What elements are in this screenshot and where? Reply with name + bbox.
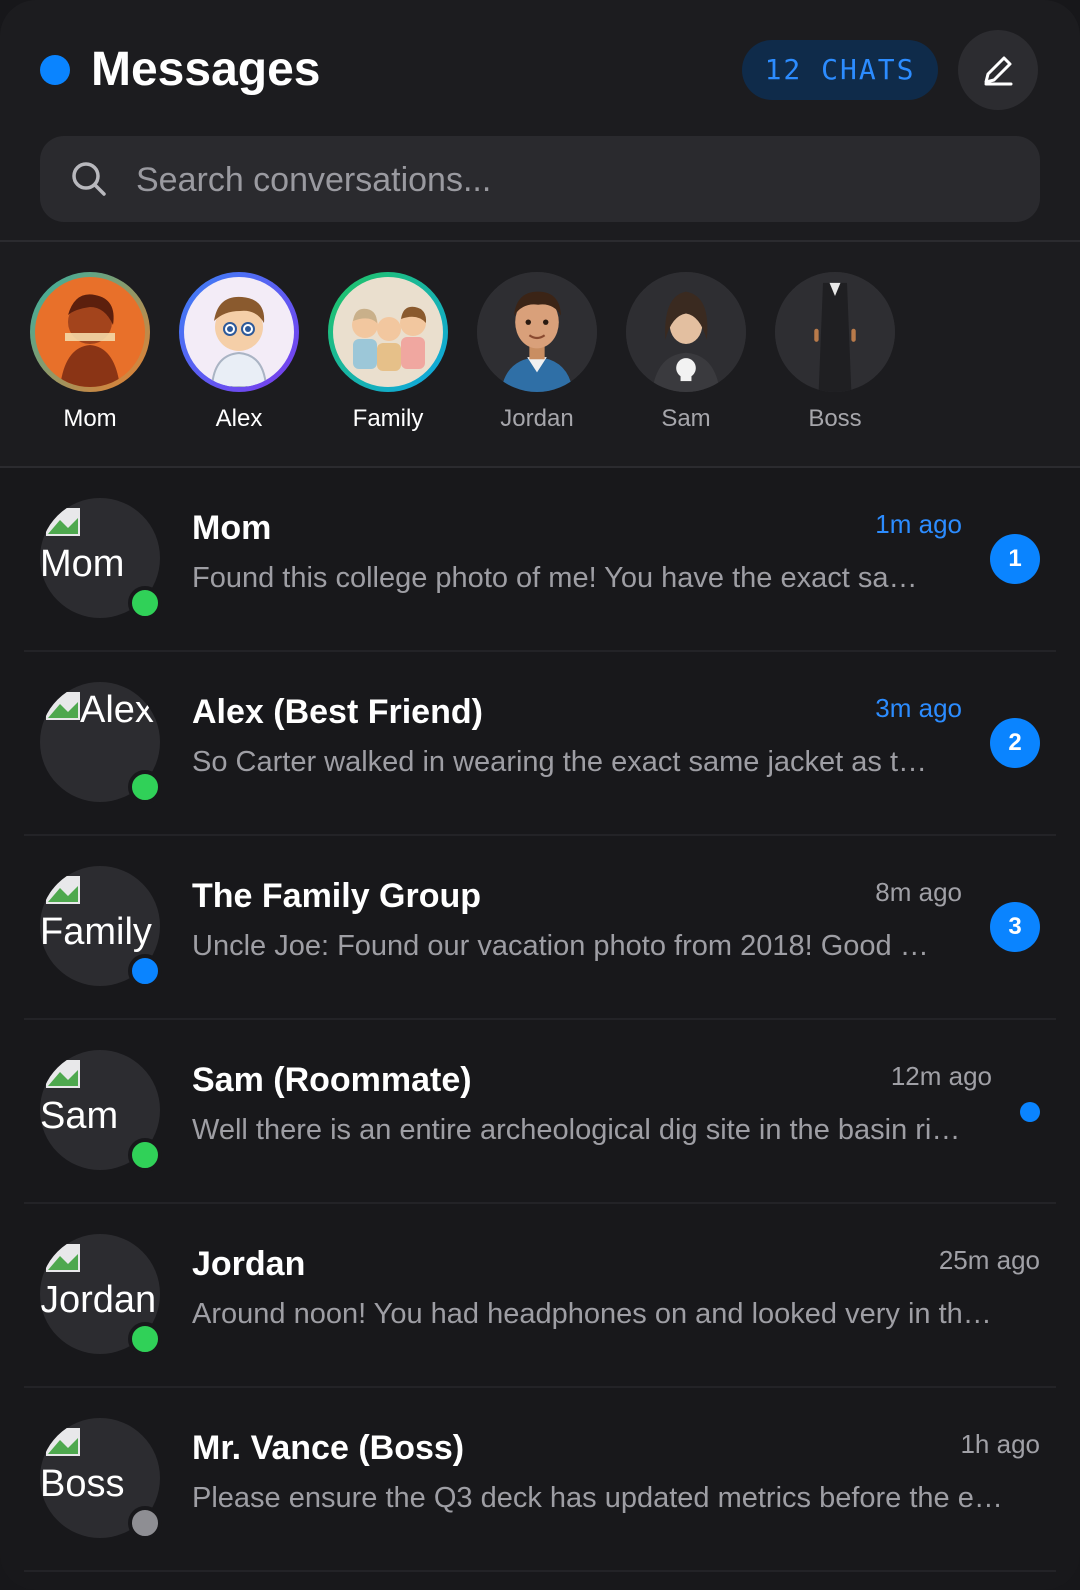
avatar: Mom [40,498,162,620]
story-label: Jordan [500,405,574,432]
avatar-alt-text: Boss [40,1463,125,1505]
conversation-row[interactable]: Alex Alex (Best Friend) 3m ago So Carter… [24,652,1056,836]
unread-count-badge: 1 [990,534,1040,584]
story-mom[interactable]: Mom [28,272,152,434]
story-label: Family [352,405,424,432]
story-boss[interactable]: Boss [773,272,897,434]
story-avatar-alex [184,277,294,387]
unread-dot [1020,1102,1040,1122]
contact-name: Alex (Best Friend) [192,693,483,731]
status-indicator-dot [40,55,70,85]
pencil-icon [984,56,1013,86]
story-ring [30,272,150,392]
search-bar[interactable] [40,136,1040,224]
contact-name: Mom [192,509,272,547]
timestamp: 1m ago [875,509,962,539]
story-family[interactable]: Family [326,272,450,434]
avatar: Alex [40,682,162,804]
broken-image-icon [46,876,80,904]
unread-count-badge: 2 [990,718,1040,768]
unread-count-badge: 3 [990,902,1040,952]
timestamp: 25m ago [938,1245,1040,1275]
search-input[interactable] [134,136,998,224]
avatar: Boss [40,1418,162,1540]
stories-row: Mom Alex Family Jordan Sam Boss [0,242,1080,468]
story-jordan[interactable]: Jordan [475,272,599,434]
broken-image-icon [46,1428,80,1456]
contact-name: The Family Group [192,877,482,915]
story-label: Boss [808,405,862,432]
timestamp: 1h ago [960,1429,1040,1459]
timestamp: 8m ago [875,877,962,907]
message-preview: Well there is an entire archeological di… [192,1114,961,1146]
broken-image-icon [46,508,80,536]
online-status-dot [128,954,162,988]
online-status-dot [128,586,162,620]
online-status-dot [128,1322,162,1356]
story-avatar-jordan [477,272,597,392]
message-preview: Uncle Joe: Found our vacation photo from… [192,930,929,962]
story-label: Alex [215,405,263,432]
broken-image-icon [46,1244,80,1272]
page-title: Messages [91,43,321,96]
header: Messages 12 CHATS [0,0,1080,242]
conversation-row[interactable]: Mom Mom 1m ago Found this college photo … [24,468,1056,652]
conversation-row[interactable]: Jordan Jordan 25m ago Around noon! You h… [24,1204,1056,1388]
avatar: Jordan [40,1234,162,1356]
story-label: Mom [63,405,117,432]
story-alex[interactable]: Alex [177,272,301,434]
conversation-row[interactable]: Sam Sam (Roommate) 12m ago Well there is… [24,1020,1056,1204]
story-avatar-mom [35,277,145,387]
conversation-row[interactable]: Boss Mr. Vance (Boss) 1h ago Please ensu… [24,1388,1056,1572]
message-preview: Please ensure the Q3 deck has updated me… [192,1482,1003,1514]
message-preview: Found this college photo of me! You have… [192,562,918,594]
conversation-list: Mom Mom 1m ago Found this college photo … [0,468,1080,1572]
contact-name: Mr. Vance (Boss) [192,1429,465,1467]
timestamp: 3m ago [875,693,962,723]
story-ring [775,272,895,392]
online-status-dot [128,770,162,804]
contact-name: Jordan [192,1245,306,1283]
broken-image-icon [46,692,80,720]
avatar: Sam [40,1050,162,1172]
compose-button[interactable] [958,30,1038,110]
avatar-alt-text: Mom [40,543,125,585]
avatar-alt-text: Alex [80,689,154,731]
avatar: Family [40,866,162,988]
broken-image-icon [46,1060,80,1088]
avatar-alt-text: Jordan [40,1279,157,1321]
story-ring [179,272,299,392]
story-ring [328,272,448,392]
story-label: Sam [661,405,711,432]
avatar-alt-text: Family [40,911,152,953]
search-icon [72,162,106,196]
avatar-alt-text: Sam [40,1095,119,1137]
timestamp: 12m ago [890,1061,992,1091]
story-sam[interactable]: Sam [624,272,748,434]
story-ring [626,272,746,392]
messages-app: Messages 12 CHATS Search conversations..… [0,0,1080,1590]
conversation-row[interactable]: Family The Family Group 8m ago Uncle Joe… [24,836,1056,1020]
story-avatar-sam [626,272,746,392]
chats-count-badge: 12 CHATS [742,40,938,100]
story-avatar-boss [775,272,895,392]
offline-status-dot [128,1506,162,1540]
online-status-dot [128,1138,162,1172]
story-avatar-family [333,277,443,387]
message-preview: Around noon! You had headphones on and l… [192,1298,992,1330]
story-ring [477,272,597,392]
message-preview: So Carter walked in wearing the exact sa… [192,746,927,778]
contact-name: Sam (Roommate) [192,1061,472,1099]
